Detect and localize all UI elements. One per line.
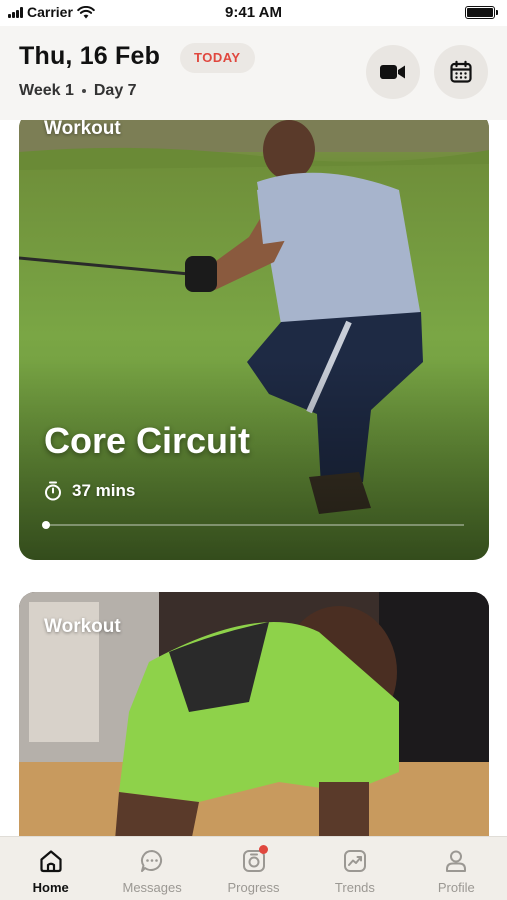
tab-profile[interactable]: Profile [406,837,507,900]
camera-icon [240,845,268,875]
day-label: Day 7 [93,82,137,99]
status-bar: Carrier 9:41 AM [0,0,507,26]
page-title-date: Thu, 16 Feb [19,42,161,70]
video-camera-icon [380,65,405,79]
tab-label: Trends [334,880,375,895]
tab-trends[interactable]: Trends [304,837,405,900]
workout-card[interactable]: Workout [19,592,489,836]
status-time: 9:41 AM [225,4,282,21]
notification-dot [258,845,268,854]
header: Thu, 16 Feb TODAY Week 1 Day 7 [0,26,507,120]
card-title: Core Circuit [44,420,251,461]
duration-label: 37 mins [72,481,136,500]
tab-home[interactable]: Home [0,837,101,900]
tab-label: Messages [122,880,182,895]
workout-feed[interactable]: Workout Core Circuit 37 mins Workout [0,120,507,836]
bottom-tab-bar: Home Messages Progress Trends Profile [0,836,507,900]
home-icon [37,847,65,875]
calendar-button[interactable] [434,45,488,99]
video-progress-bar[interactable] [42,521,464,529]
calendar-icon [450,60,472,83]
progress-knob[interactable] [42,521,50,529]
duration-row: 37 mins [44,481,135,501]
tab-label: Home [32,880,69,895]
tab-label: Progress [227,880,280,895]
timer-icon [45,481,61,501]
tab-messages[interactable]: Messages [101,837,202,900]
week-label: Week 1 [19,82,74,99]
card-category-label: Workout [44,120,121,139]
battery-icon [465,6,498,19]
week-day-line: Week 1 Day 7 [19,82,137,100]
video-button[interactable] [366,45,420,99]
today-badge[interactable]: TODAY [180,43,255,73]
separator-dot [81,89,86,93]
card-category-label: Workout [44,616,121,637]
tab-label: Profile [437,880,475,895]
workout-card[interactable]: Workout Core Circuit 37 mins [19,120,489,560]
chat-icon [138,847,166,875]
person-icon [442,847,470,875]
trend-chart-icon [341,847,369,875]
tab-progress[interactable]: Progress [203,837,304,900]
